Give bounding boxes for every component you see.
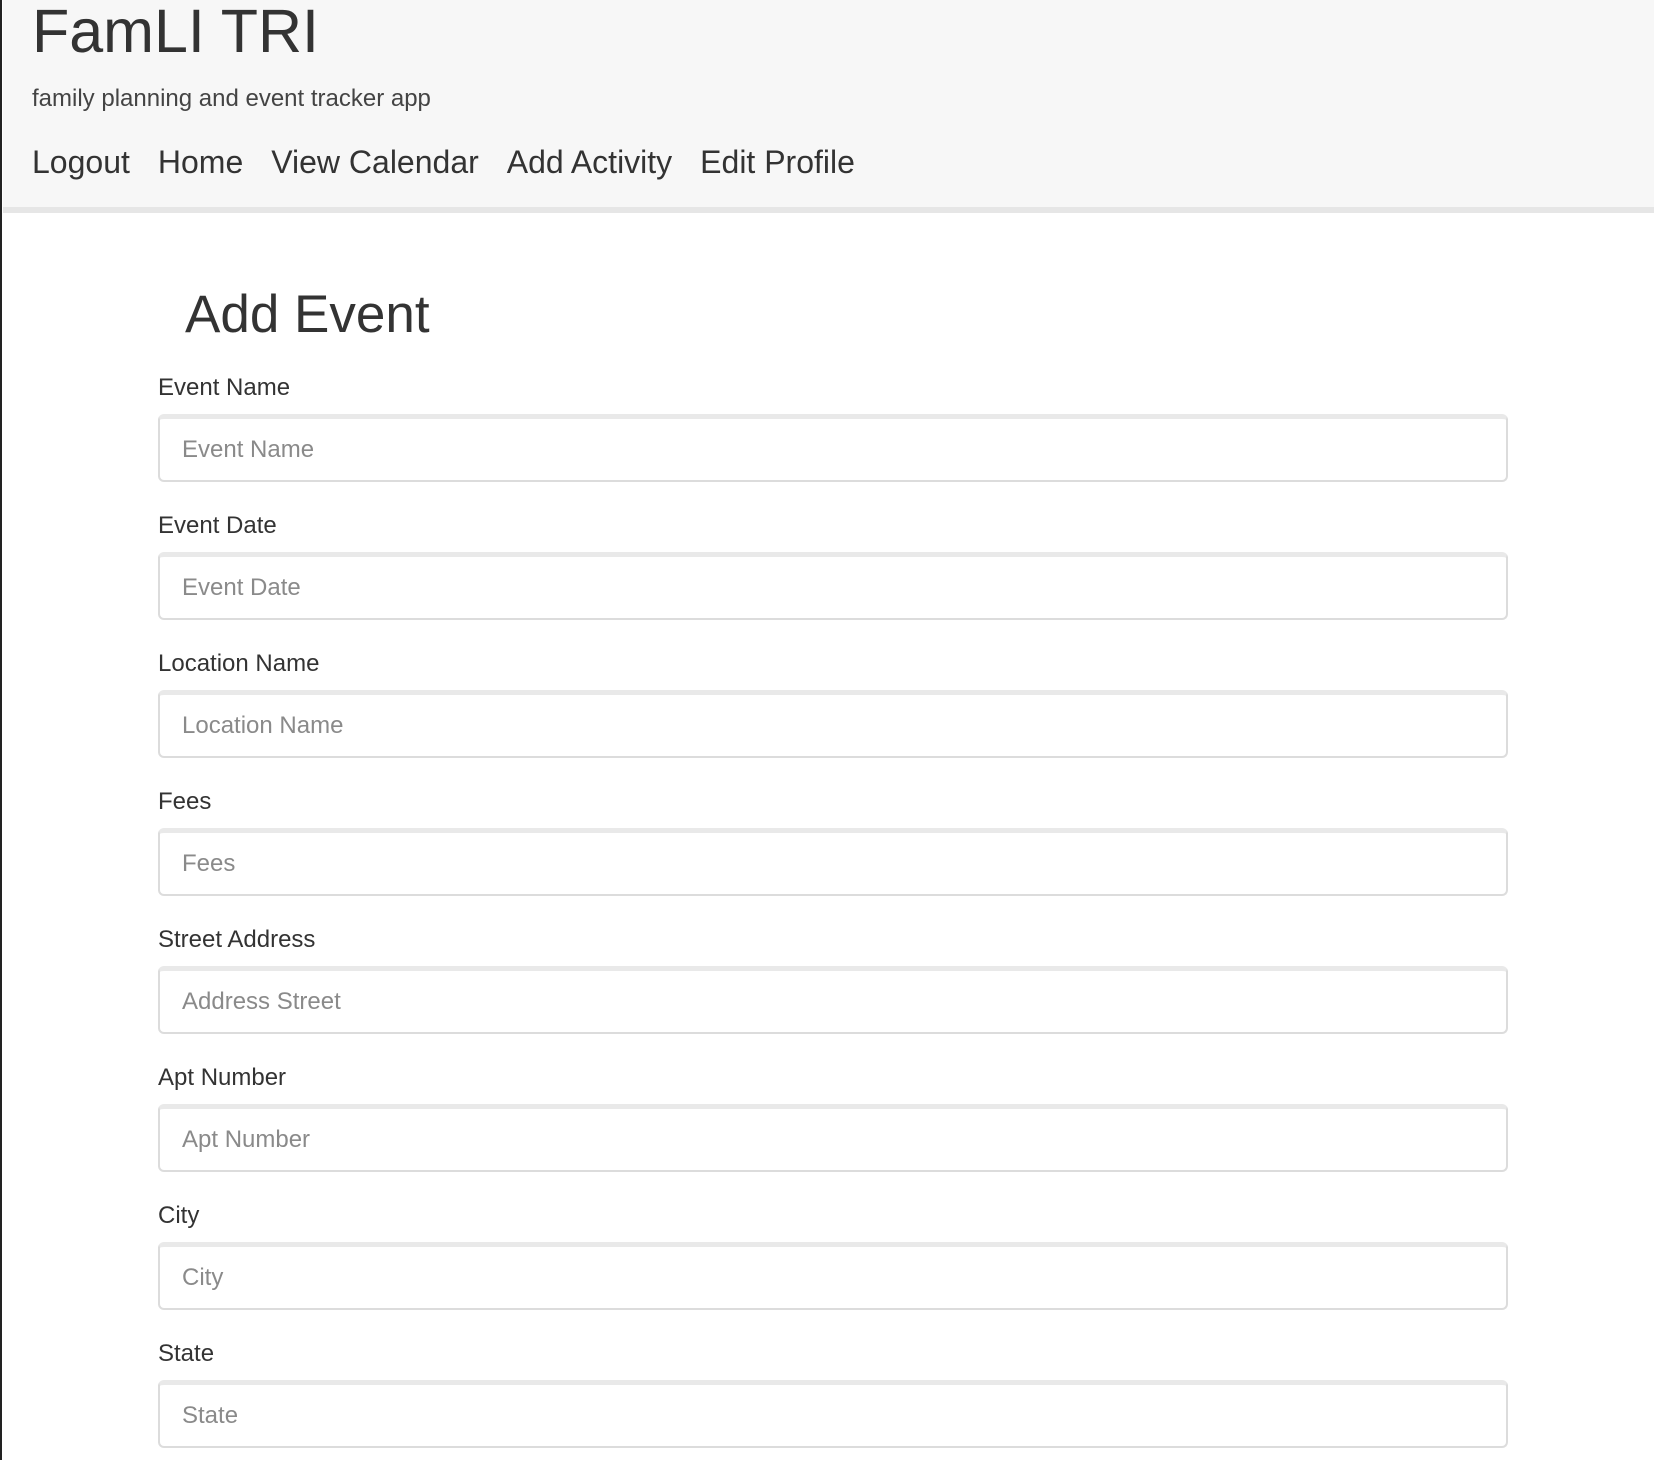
state-group: State xyxy=(158,1338,1508,1476)
event-date-label: Event Date xyxy=(158,512,277,539)
site-tagline: family planning and event tracker app xyxy=(32,85,431,112)
street-address-group: Street Address xyxy=(158,924,1508,1062)
window-left-edge xyxy=(0,0,2,1460)
nav-add-activity[interactable]: Add Activity xyxy=(507,140,672,184)
event-date-input[interactable] xyxy=(158,552,1508,620)
street-address-input[interactable] xyxy=(158,966,1508,1034)
city-input[interactable] xyxy=(158,1242,1508,1310)
event-date-group: Event Date xyxy=(158,510,1508,648)
apt-number-input[interactable] xyxy=(158,1104,1508,1172)
site-header: FamLI TRI family planning and event trac… xyxy=(3,0,1654,213)
fees-input[interactable] xyxy=(158,828,1508,896)
street-address-label: Street Address xyxy=(158,926,316,953)
site-title: FamLI TRI xyxy=(32,0,319,65)
apt-number-group: Apt Number xyxy=(158,1062,1508,1200)
event-name-group: Event Name xyxy=(158,372,1508,510)
add-event-form: Add Event Event Name Event Date Location… xyxy=(158,280,1508,1476)
location-name-label: Location Name xyxy=(158,650,320,677)
nav-logout[interactable]: Logout xyxy=(32,140,130,184)
nav-edit-profile[interactable]: Edit Profile xyxy=(700,140,855,184)
state-input[interactable] xyxy=(158,1380,1508,1448)
page-title: Add Event xyxy=(185,285,430,344)
state-label: State xyxy=(158,1340,215,1367)
nav-view-calendar[interactable]: View Calendar xyxy=(271,140,479,184)
apt-number-label: Apt Number xyxy=(158,1064,287,1091)
event-name-input[interactable] xyxy=(158,414,1508,482)
fees-group: Fees xyxy=(158,786,1508,924)
city-label: City xyxy=(158,1202,200,1229)
main-nav: Logout Home View Calendar Add Activity E… xyxy=(32,140,855,184)
fees-label: Fees xyxy=(158,788,212,815)
event-name-label: Event Name xyxy=(158,374,291,401)
location-name-input[interactable] xyxy=(158,690,1508,758)
location-name-group: Location Name xyxy=(158,648,1508,786)
nav-home[interactable]: Home xyxy=(158,140,243,184)
city-group: City xyxy=(158,1200,1508,1338)
